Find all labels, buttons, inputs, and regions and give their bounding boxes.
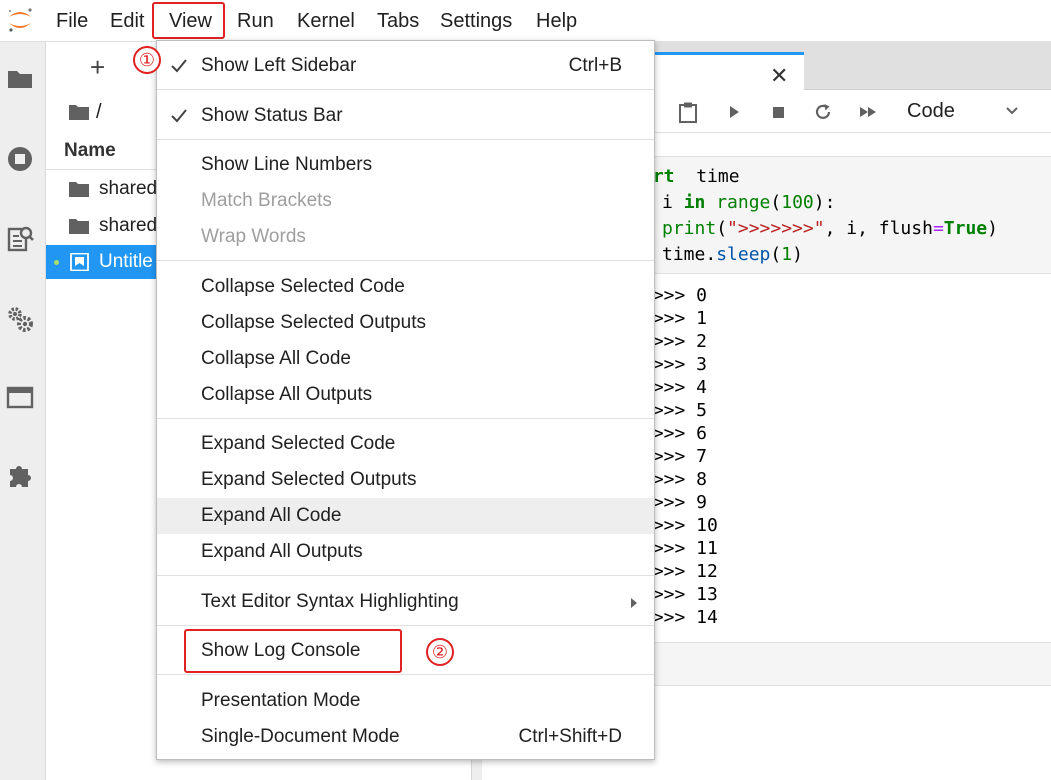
jupyter-logo-icon	[8, 8, 32, 32]
file-row-label: Untitle	[99, 251, 153, 272]
menu-tabs[interactable]: Tabs	[377, 0, 419, 42]
menu-item-label: Text Editor Syntax Highlighting	[201, 591, 459, 612]
menu-help[interactable]: Help	[536, 0, 577, 42]
menu-item-label: Wrap Words	[201, 226, 306, 247]
menu-item-label: Expand Selected Code	[201, 433, 396, 454]
menu-bar: File Edit View Run Kernel Tabs Settings …	[0, 0, 1051, 42]
menu-item-shortcut: Ctrl+Shift+D	[518, 726, 622, 747]
folder-icon[interactable]	[5, 64, 35, 94]
menu-item-syntax-highlighting[interactable]: Text Editor Syntax Highlighting	[157, 584, 654, 620]
menu-item-label: Expand Selected Outputs	[201, 469, 417, 490]
menu-item-expand-all-code[interactable]: Expand All Code	[157, 498, 654, 534]
menu-item-label: Presentation Mode	[201, 690, 361, 711]
code-line: ort time	[642, 166, 740, 187]
stop-icon[interactable]	[767, 101, 789, 123]
annotation-highlight-view	[152, 2, 225, 39]
code-line: print(">>>>>>>", i, flush=True)	[662, 218, 998, 239]
restart-icon[interactable]	[812, 101, 834, 123]
submenu-arrow-icon	[631, 598, 637, 608]
menu-item-collapse-all-code[interactable]: Collapse All Code	[157, 341, 654, 377]
menu-item-wrap-words: Wrap Words	[157, 219, 654, 255]
menu-item-presentation-mode[interactable]: Presentation Mode	[157, 683, 654, 719]
menu-settings[interactable]: Settings	[440, 0, 512, 42]
menu-item-label: Expand All Code	[201, 505, 342, 526]
code-line: time.sleep(1)	[662, 244, 803, 265]
cell-type-select[interactable]: Code	[907, 99, 955, 123]
menu-item-collapse-selected-code[interactable]: Collapse Selected Code	[157, 269, 654, 305]
menu-item-match-brackets: Match Brackets	[157, 183, 654, 219]
annotation-marker-2: ②	[426, 638, 454, 666]
menu-item-expand-selected-code[interactable]: Expand Selected Code	[157, 426, 654, 462]
menu-item-collapse-selected-outputs[interactable]: Collapse Selected Outputs	[157, 305, 654, 341]
property-inspector-icon[interactable]	[5, 224, 35, 254]
menu-item-label: Expand All Outputs	[201, 541, 363, 562]
gears-icon[interactable]	[5, 304, 35, 334]
menu-file[interactable]: File	[56, 0, 88, 42]
folder-icon[interactable]	[68, 103, 90, 121]
file-row-label: shared	[99, 178, 158, 199]
checkmark-icon	[171, 109, 187, 123]
folder-icon	[69, 182, 89, 197]
menu-run[interactable]: Run	[237, 0, 274, 42]
breadcrumb-root[interactable]: /	[96, 100, 102, 124]
menu-item-expand-selected-outputs[interactable]: Expand Selected Outputs	[157, 462, 654, 498]
menu-item-label: Single-Document Mode	[201, 726, 400, 747]
fast-forward-icon[interactable]	[857, 101, 879, 123]
annotation-marker-1: ①	[133, 46, 161, 74]
menu-item-label: Collapse Selected Code	[201, 276, 405, 297]
menu-separator	[157, 89, 654, 90]
chevron-down-icon[interactable]	[1004, 103, 1020, 119]
notebook-icon	[70, 253, 89, 271]
code-line: i in range(100):	[662, 192, 836, 213]
menu-item-label: Show Line Numbers	[201, 154, 373, 175]
name-column-header[interactable]: Name	[64, 140, 116, 162]
menu-item-show-left-sidebar[interactable]: Show Left Sidebar Ctrl+B	[157, 48, 654, 84]
close-icon[interactable]: ✕	[770, 65, 788, 87]
menu-item-label: Show Status Bar	[201, 105, 343, 126]
menu-item-label: Show Left Sidebar	[201, 55, 357, 76]
menu-separator	[157, 418, 654, 419]
menu-item-expand-all-outputs[interactable]: Expand All Outputs	[157, 534, 654, 570]
new-launcher-button[interactable]: +	[90, 52, 105, 82]
menu-separator	[157, 260, 654, 261]
menu-item-label: Collapse All Outputs	[201, 384, 373, 405]
paste-icon[interactable]	[677, 101, 699, 123]
menu-separator	[157, 625, 654, 626]
menu-item-label: Collapse Selected Outputs	[201, 312, 426, 333]
file-row-label: shared	[99, 215, 158, 236]
run-icon[interactable]	[723, 101, 745, 123]
running-sessions-icon[interactable]	[5, 144, 35, 174]
checkmark-icon	[171, 59, 187, 73]
menu-edit[interactable]: Edit	[110, 0, 144, 42]
extensions-icon[interactable]	[5, 460, 35, 490]
menu-separator	[157, 139, 654, 140]
menu-item-label: Match Brackets	[201, 190, 332, 211]
activity-bar	[0, 42, 46, 780]
tabs-icon[interactable]	[5, 382, 35, 412]
menu-kernel[interactable]: Kernel	[297, 0, 355, 42]
menu-item-single-document-mode[interactable]: Single-Document Mode Ctrl+Shift+D	[157, 719, 654, 755]
folder-icon	[69, 219, 89, 234]
menu-item-show-line-numbers[interactable]: Show Line Numbers	[157, 147, 654, 183]
menu-item-shortcut: Ctrl+B	[568, 55, 622, 76]
menu-separator	[157, 674, 654, 675]
annotation-highlight-log-console	[184, 629, 402, 673]
view-menu-dropdown: Show Left Sidebar Ctrl+B Show Status Bar…	[156, 40, 655, 760]
menu-item-show-status-bar[interactable]: Show Status Bar	[157, 98, 654, 134]
menu-separator	[157, 575, 654, 576]
menu-item-collapse-all-outputs[interactable]: Collapse All Outputs	[157, 377, 654, 413]
menu-item-label: Collapse All Code	[201, 348, 351, 369]
running-indicator	[54, 260, 59, 265]
